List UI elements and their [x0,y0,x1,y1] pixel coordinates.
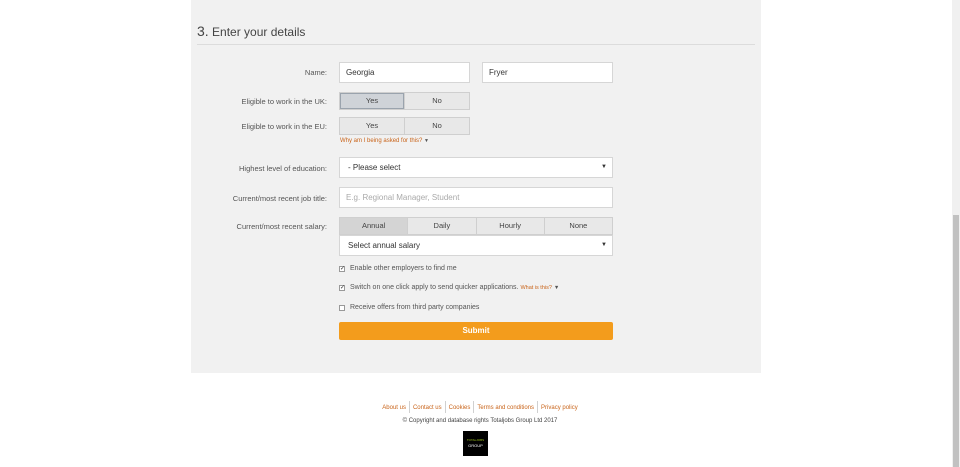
select-caret-icon: ▼ [601,242,607,248]
footer-link-privacy[interactable]: Privacy policy [538,405,581,411]
checkbox-one-click-label: Switch on one click apply to send quicke… [350,284,519,291]
select-caret-icon: ▼ [601,164,607,170]
footer-link-about[interactable]: About us [379,405,409,411]
education-select[interactable]: - Please select ▼ [339,157,613,178]
salary-option-daily[interactable]: Daily [408,218,477,234]
submit-button[interactable]: Submit [339,322,613,340]
eu-eligibility-toggle: Yes No [339,117,470,135]
job-title-label: Current/most recent job title: [232,194,327,203]
checkbox-one-click-label-group: Switch on one click apply to send quicke… [350,284,559,291]
scrollbar-thumb[interactable] [953,215,959,467]
eu-no-option[interactable]: No [405,118,469,134]
totaljobs-group-logo[interactable]: TOTALJOBS GROUP [463,431,488,456]
eu-yes-option[interactable]: Yes [340,118,405,134]
salary-label: Current/most recent salary: [236,222,327,231]
checkbox-one-click-apply[interactable]: ✓ [339,285,345,291]
footer-link-terms[interactable]: Terms and conditions [474,405,537,411]
salary-option-hourly[interactable]: Hourly [477,218,545,234]
first-name-input[interactable]: Georgia [339,62,470,83]
section-heading: Enter your details [212,25,306,39]
last-name-input[interactable]: Fryer [482,62,613,83]
eu-eligibility-label: Eligible to work in the EU: [241,122,327,131]
uk-eligibility-label: Eligible to work in the UK: [241,97,327,106]
salary-option-none[interactable]: None [545,218,612,234]
footer-link-contact[interactable]: Contact us [410,405,445,411]
section-title: 3. Enter your details [197,23,305,39]
education-label: Highest level of education: [239,164,327,173]
chevron-down-icon: ▼ [424,138,429,144]
copyright-text: © Copyright and database rights Totaljob… [402,418,558,424]
logo-text-bottom: GROUP [468,443,483,448]
section-divider [197,44,755,45]
what-is-this-link[interactable]: What is this? [520,285,551,291]
section-number: 3. [197,23,209,39]
education-select-value: - Please select [348,163,401,172]
uk-yes-option[interactable]: Yes [340,93,405,109]
footer-link-cookies[interactable]: Cookies [446,405,474,411]
checkbox-find-me-label: Enable other employers to find me [350,265,457,272]
chevron-down-icon: ▼ [553,285,560,291]
job-title-input[interactable]: E.g. Regional Manager, Student [339,187,613,208]
checkbox-third-party[interactable] [339,305,345,311]
salary-option-annual[interactable]: Annual [340,218,409,234]
salary-select[interactable]: Select annual salary ▼ [339,235,613,256]
footer-links: About us Contact us Cookies Terms and condi… [0,401,960,413]
checkbox-third-party-label: Receive offers from third party companie… [350,304,480,311]
why-asked-text: Why am I being asked for this? [340,138,423,144]
page-scrollbar[interactable] [952,0,960,467]
salary-period-toggle: Annual Daily Hourly None [339,217,613,235]
why-asked-link[interactable]: Why am I being asked for this? ▼ [340,138,429,144]
salary-select-value: Select annual salary [348,241,421,250]
checkbox-find-me[interactable]: ✓ [339,266,345,272]
uk-eligibility-toggle: Yes No [339,92,470,110]
uk-no-option[interactable]: No [405,93,469,109]
name-label: Name: [304,68,327,77]
